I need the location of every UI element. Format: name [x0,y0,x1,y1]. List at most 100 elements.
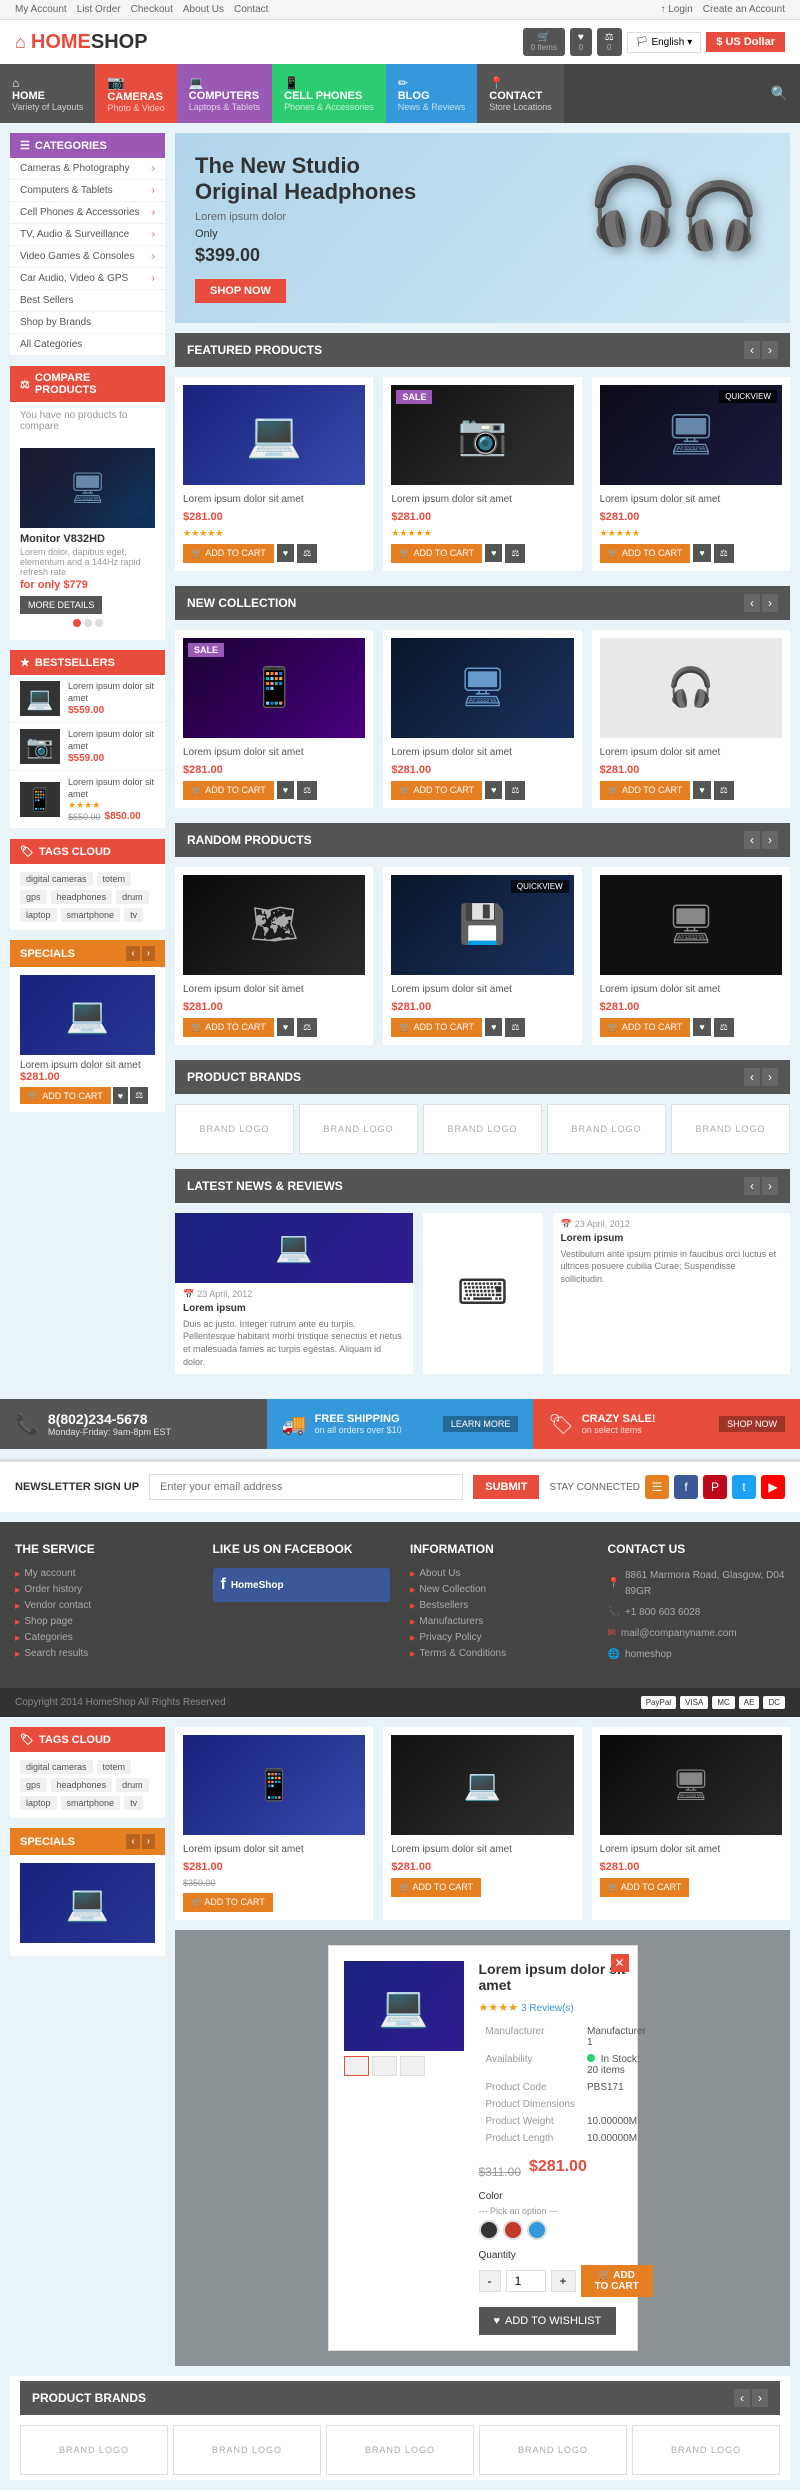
random-product-2-add-cart-button[interactable]: 🛒 ADD TO CART [391,1018,482,1037]
nc1-wishlist-button[interactable]: ♥ [277,781,294,799]
featured-next-button[interactable]: › [762,341,778,359]
nav-search-button[interactable]: 🔍 [759,64,800,123]
tag-digital-cameras[interactable]: digital cameras [20,872,93,886]
modal-thumb-2[interactable] [372,2056,397,2076]
rp3-wishlist-button[interactable]: ♥ [693,1018,710,1036]
modal-thumb-3[interactable] [400,2056,425,2076]
color-black[interactable] [479,2220,499,2240]
random-product-1-add-cart-button[interactable]: 🛒 ADD TO CART [183,1018,274,1037]
newsletter-email-input[interactable] [149,1474,463,1500]
rss-icon[interactable]: ☰ [645,1475,669,1499]
tag-tv[interactable]: tv [124,908,143,922]
cat-item-all[interactable]: All Categories [10,334,165,356]
sale-shop-now-button[interactable]: SHOP NOW [719,1416,785,1432]
second-brand-logo-1[interactable]: BRAND LOGO [20,2425,168,2475]
more-details-button[interactable]: MORE DETAILS [20,596,102,614]
compare-icon-box[interactable]: ⚖ 0 [597,28,622,56]
cat-item-computers[interactable]: Computers & Tablets› [10,180,165,202]
service-link-search[interactable]: Search results [15,1648,193,1659]
nav-blog[interactable]: ✏ BLOG News & Reviews [386,64,478,123]
featured-product-3-add-cart-button[interactable]: 🛒 ADD TO CART [600,544,691,563]
news-prev-button[interactable]: ‹ [744,1177,760,1195]
info-link-terms[interactable]: Terms & Conditions [410,1648,588,1659]
nav-cellphones[interactable]: 📱 CELL PHONES Phones & Accessories [272,64,386,123]
new-collection-prev-button[interactable]: ‹ [744,594,760,612]
service-link-shop[interactable]: Shop page [15,1616,193,1627]
tag2-tv[interactable]: tv [124,1796,143,1810]
quickview-label[interactable]: QUICKVIEW [719,390,777,403]
nc2-compare-button[interactable]: ⚖ [505,781,525,800]
random-product-3-add-cart-button[interactable]: 🛒 ADD TO CART [600,1018,691,1037]
cat-item-car[interactable]: Car Audio, Video & GPS› [10,268,165,290]
brands-next-button[interactable]: › [762,1068,778,1086]
about-link[interactable]: About Us [183,4,224,15]
login-link[interactable]: ↑ Login [660,4,692,15]
facebook-icon[interactable]: f [674,1475,698,1499]
tag2-digital-cameras[interactable]: digital cameras [20,1760,93,1774]
cat-item-cameras[interactable]: Cameras & Photography› [10,158,165,180]
featured-prev-button[interactable]: ‹ [744,341,760,359]
specials-prev-button[interactable]: ‹ [126,946,139,961]
sp2-add-cart[interactable]: 🛒 ADD TO CART [391,1878,481,1897]
info-link-privacy[interactable]: Privacy Policy [410,1632,588,1643]
specials-wishlist-button[interactable]: ♥ [113,1087,128,1104]
service-link-account[interactable]: My account [15,1568,193,1579]
specials-next-button[interactable]: › [142,946,155,961]
random-prev-button[interactable]: ‹ [744,831,760,849]
news-next-button[interactable]: › [762,1177,778,1195]
color-red[interactable] [503,2220,523,2240]
featured-product-2-wishlist-button[interactable]: ♥ [485,544,502,562]
contact-link[interactable]: Contact [234,4,268,15]
tag2-headphones[interactable]: headphones [51,1778,113,1792]
cart-icon-box[interactable]: 🛒 0 Items [523,28,565,56]
nc3-wishlist-button[interactable]: ♥ [693,781,710,799]
service-link-orders[interactable]: Order history [15,1584,193,1595]
brand-logo-5[interactable]: BRAND LOGO [671,1104,790,1154]
second-brand-logo-4[interactable]: BRAND LOGO [479,2425,627,2475]
color-blue[interactable] [527,2220,547,2240]
rp2-compare-button[interactable]: ⚖ [505,1018,525,1037]
qty-input[interactable] [506,2270,546,2292]
info-link-new-collection[interactable]: New Collection [410,1584,588,1595]
checkout-link[interactable]: Checkout [131,4,173,15]
brand-logo-3[interactable]: BRAND LOGO [423,1104,542,1154]
second-specials-prev-button[interactable]: ‹ [126,1834,139,1849]
create-account-link[interactable]: Create an Account [703,4,785,15]
second-brands-prev-button[interactable]: ‹ [734,2389,750,2407]
dot-3[interactable] [95,619,103,627]
second-specials-next-button[interactable]: › [142,1834,155,1849]
cat-item-brands[interactable]: Shop by Brands [10,312,165,334]
nc1-compare-button[interactable]: ⚖ [297,781,317,800]
specials-compare-button[interactable]: ⚖ [130,1087,148,1104]
newsletter-submit-button[interactable]: SUBMIT [473,1475,539,1499]
rp1-compare-button[interactable]: ⚖ [297,1018,317,1037]
currency-display[interactable]: $ US Dollar [706,32,785,52]
featured-product-3-compare-button[interactable]: ⚖ [714,544,734,563]
new-collection-next-button[interactable]: › [762,594,778,612]
quickview-label-r2[interactable]: QUICKVIEW [511,880,569,893]
nav-home[interactable]: ⌂ HOME Variety of Layouts [0,64,95,123]
nc2-wishlist-button[interactable]: ♥ [485,781,502,799]
list-order-link[interactable]: List Order [77,4,121,15]
info-link-bestsellers[interactable]: Bestsellers [410,1600,588,1611]
qty-increase-button[interactable]: + [551,2270,576,2292]
tag-headphones[interactable]: headphones [51,890,113,904]
logo[interactable]: ⌂ HOMESHOP [15,31,148,54]
sp1-add-cart[interactable]: 🛒 ADD TO CART [183,1893,273,1912]
brands-prev-button[interactable]: ‹ [744,1068,760,1086]
tag-totem[interactable]: totem [97,872,132,886]
hero-shop-now-button[interactable]: SHOP NOW [195,279,286,303]
featured-product-2-compare-button[interactable]: ⚖ [505,544,525,563]
sp3-add-cart[interactable]: 🛒 ADD TO CART [600,1878,690,1897]
info-link-about[interactable]: About Us [410,1568,588,1579]
tag-laptop[interactable]: laptop [20,908,57,922]
language-selector[interactable]: 🏳 English ▾ [627,32,702,53]
rp3-compare-button[interactable]: ⚖ [714,1018,734,1037]
rp1-wishlist-button[interactable]: ♥ [277,1018,294,1036]
tag-drum[interactable]: drum [116,890,149,904]
rp2-wishlist-button[interactable]: ♥ [485,1018,502,1036]
service-link-vendor[interactable]: Vendor contact [15,1600,193,1611]
specials-add-cart-button[interactable]: 🛒 ADD TO CART [20,1087,111,1104]
second-brand-logo-2[interactable]: BRAND LOGO [173,2425,321,2475]
modal-add-cart-button[interactable]: 🛒 ADD TO CART [581,2265,653,2297]
